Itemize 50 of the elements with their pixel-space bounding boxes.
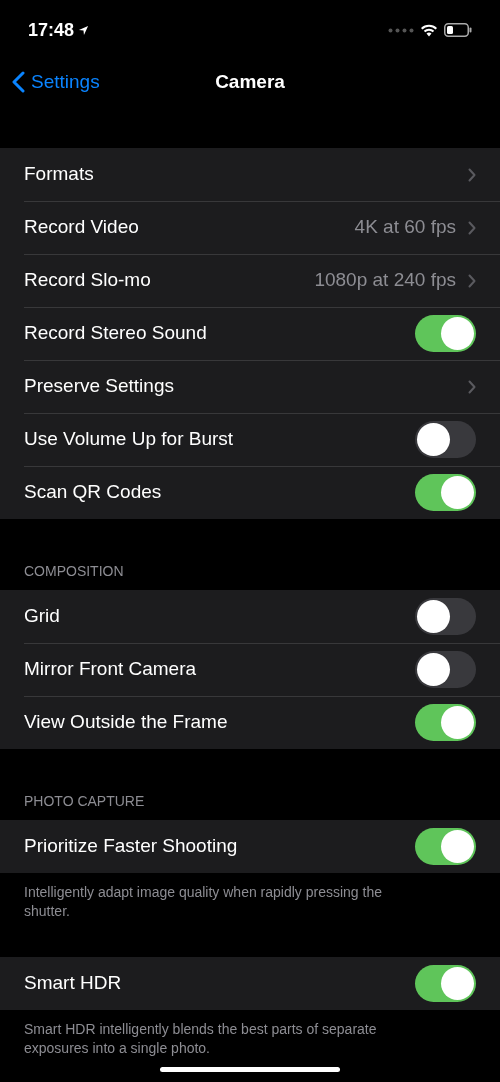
settings-row[interactable]: Formats bbox=[0, 148, 500, 201]
row-label: Record Video bbox=[24, 215, 140, 240]
row-label: Formats bbox=[24, 162, 95, 187]
settings-row[interactable]: View Outside the Frame bbox=[0, 696, 500, 749]
section-footer: Intelligently adapt image quality when rapidly pressing the shutter. bbox=[0, 873, 500, 921]
status-time: 17:48 bbox=[28, 18, 75, 42]
chevron-icon bbox=[468, 379, 476, 394]
location-icon bbox=[78, 24, 90, 36]
toggle-switch[interactable] bbox=[415, 965, 476, 1002]
row-label: Scan QR Codes bbox=[24, 480, 163, 505]
toggle-switch[interactable] bbox=[415, 474, 476, 511]
settings-row[interactable]: Record Stereo Sound bbox=[0, 307, 500, 360]
chevron-icon bbox=[468, 167, 476, 182]
settings-row[interactable]: Record Video 4K at 60 fps bbox=[0, 201, 500, 254]
row-label: Smart HDR bbox=[24, 971, 123, 996]
toggle-switch[interactable] bbox=[415, 421, 476, 458]
row-label: Record Slo-mo bbox=[24, 268, 152, 293]
row-label: Prioritize Faster Shooting bbox=[24, 834, 239, 859]
toggle-switch[interactable] bbox=[415, 598, 476, 635]
toggle-switch[interactable] bbox=[415, 704, 476, 741]
toggle-switch[interactable] bbox=[415, 315, 476, 352]
back-chevron-icon bbox=[12, 71, 25, 94]
settings-row[interactable]: Scan QR Codes bbox=[0, 466, 500, 519]
section-footer: Smart HDR intelligently blends the best parts of separate exposures into a single photo. bbox=[0, 1010, 500, 1058]
page-title: Camera bbox=[215, 69, 285, 94]
chevron-icon bbox=[468, 273, 476, 288]
settings-row[interactable]: Prioritize Faster Shooting bbox=[0, 820, 500, 873]
settings-row[interactable]: Record Slo-mo 1080p at 240 fps bbox=[0, 254, 500, 307]
row-label: Mirror Front Camera bbox=[24, 657, 198, 682]
back-button[interactable]: Settings bbox=[12, 68, 100, 97]
settings-row[interactable]: Preserve Settings bbox=[0, 360, 500, 413]
row-label: Use Volume Up for Burst bbox=[24, 427, 235, 452]
settings-row[interactable]: Mirror Front Camera bbox=[0, 643, 500, 696]
row-value: 1080p at 240 fps bbox=[314, 268, 456, 293]
toggle-switch[interactable] bbox=[415, 651, 476, 688]
settings-row[interactable]: Smart HDR bbox=[0, 957, 500, 1010]
row-label: Grid bbox=[24, 604, 61, 629]
row-label: Record Stereo Sound bbox=[24, 321, 208, 346]
settings-row[interactable]: Use Volume Up for Burst bbox=[0, 413, 500, 466]
toggle-switch[interactable] bbox=[415, 828, 476, 865]
chevron-icon bbox=[468, 220, 476, 235]
row-label: Preserve Settings bbox=[24, 374, 175, 399]
wifi-icon bbox=[420, 23, 438, 37]
row-label: View Outside the Frame bbox=[24, 710, 229, 735]
settings-row[interactable]: Grid bbox=[0, 590, 500, 643]
signal-icon bbox=[388, 27, 414, 33]
section-header: PHOTO CAPTURE bbox=[23, 792, 146, 811]
section-header: COMPOSITION bbox=[23, 562, 125, 581]
battery-icon bbox=[444, 23, 472, 37]
row-value: 4K at 60 fps bbox=[354, 215, 456, 240]
